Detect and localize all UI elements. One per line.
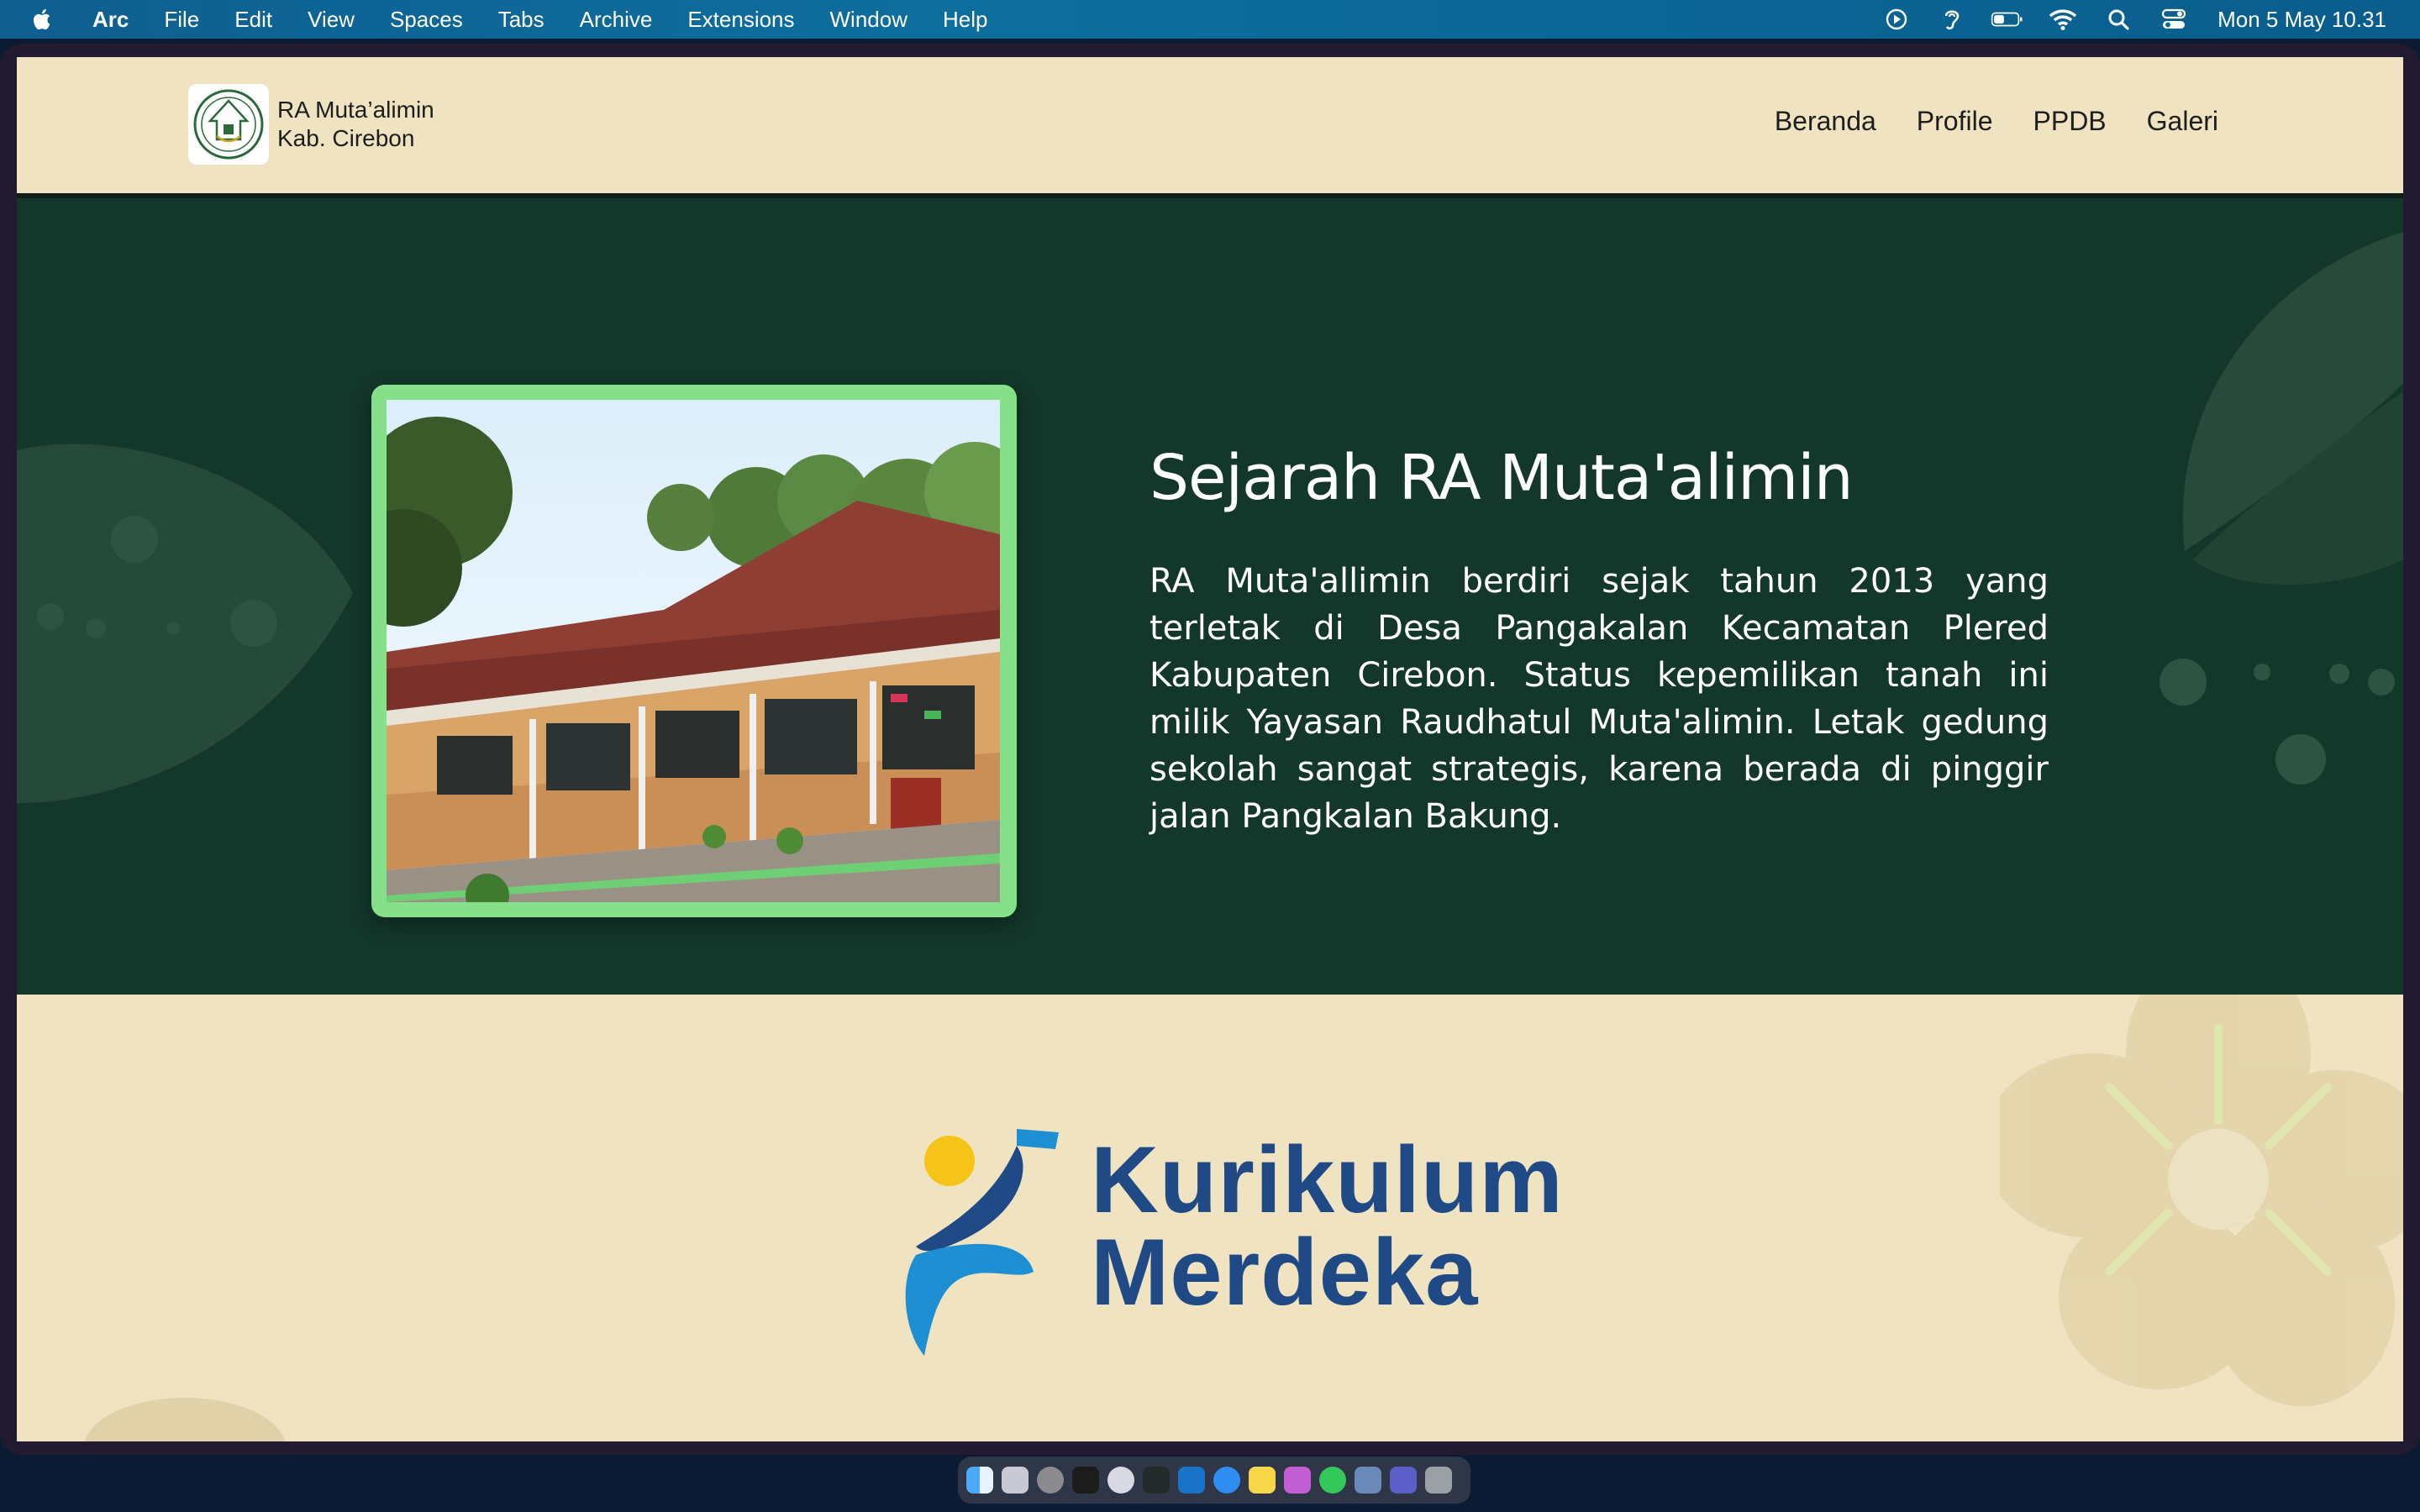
menu-clock[interactable]: Mon 5 May 10.31 (2217, 7, 2386, 33)
menu-bar: Arc File Edit View Spaces Tabs Archive E… (0, 0, 2420, 39)
control-center-icon[interactable] (2157, 7, 2191, 32)
flower-decoration (2000, 995, 2403, 1406)
hearing-icon[interactable] (1935, 7, 1969, 32)
settings-icon[interactable] (1037, 1467, 1064, 1494)
kurikulum-merdeka-logo-icon (905, 1129, 1059, 1356)
notes-icon[interactable] (1249, 1467, 1276, 1494)
search-icon[interactable] (2102, 7, 2135, 32)
whatsapp-icon[interactable] (1319, 1467, 1346, 1494)
menu-extensions[interactable]: Extensions (687, 7, 794, 33)
nav-ppdb[interactable]: PPDB (2033, 106, 2107, 137)
menu-window[interactable]: Window (830, 7, 908, 33)
app-name-menu[interactable]: Arc (92, 7, 129, 33)
battery-icon[interactable] (1991, 7, 2024, 32)
history-section: Sejarah RA Muta'alimin RA Muta'allimin b… (17, 198, 2403, 995)
terminal-icon[interactable] (1072, 1467, 1099, 1494)
brand-location: Kab. Cirebon (277, 125, 415, 151)
menu-edit[interactable]: Edit (234, 7, 272, 33)
main-nav: Beranda Profile PPDB Galeri (1775, 106, 2218, 137)
site-brand[interactable]: RA Muta’alimin Kab. Cirebon (277, 96, 434, 153)
safari-icon[interactable] (1213, 1467, 1240, 1494)
chrome-icon[interactable] (1107, 1467, 1134, 1494)
menu-file[interactable]: File (164, 7, 199, 33)
menu-spaces[interactable]: Spaces (390, 7, 463, 33)
dock (958, 1457, 1470, 1504)
school-building-photo[interactable] (387, 400, 1000, 902)
iterm-icon[interactable] (1143, 1467, 1170, 1494)
launchpad-icon[interactable] (1002, 1467, 1028, 1494)
teams-icon[interactable] (1390, 1467, 1417, 1494)
menu-help[interactable]: Help (943, 7, 987, 33)
site-header: RA Muta’alimin Kab. Cirebon Beranda Prof… (17, 57, 2403, 198)
nav-galeri[interactable]: Galeri (2147, 106, 2218, 137)
history-title: Sejarah RA Muta'alimin (1150, 442, 1854, 514)
apple-icon[interactable] (30, 7, 55, 32)
kurikulum-title-line2: Merdeka (1091, 1220, 1479, 1325)
finder-icon[interactable] (966, 1467, 993, 1494)
web-page: RA Muta’alimin Kab. Cirebon Beranda Prof… (17, 57, 2403, 1441)
school-emblem-icon[interactable] (188, 84, 269, 165)
history-description: RA Muta'allimin berdiri sejak tahun 2013… (1150, 562, 2049, 836)
school-photo-frame (371, 385, 1017, 917)
vscode-icon[interactable] (1178, 1467, 1205, 1494)
play-icon[interactable] (1880, 7, 1913, 32)
brand-name: RA Muta’alimin (277, 97, 434, 123)
leaf-decoration-left (17, 444, 353, 803)
browser-window: RA Muta’alimin Kab. Cirebon Beranda Prof… (0, 44, 2420, 1455)
wifi-icon[interactable] (2046, 7, 2080, 32)
preview-icon[interactable] (1355, 1467, 1381, 1494)
nav-beranda[interactable]: Beranda (1775, 106, 1876, 137)
menu-tabs[interactable]: Tabs (498, 7, 544, 33)
figma-icon[interactable] (1284, 1467, 1311, 1494)
trash-icon[interactable] (1425, 1467, 1452, 1494)
leaf-decoration-right (2160, 232, 2403, 785)
menu-archive[interactable]: Archive (580, 7, 653, 33)
leaf-decoration-bottom (85, 1398, 285, 1441)
menu-view[interactable]: View (308, 7, 355, 33)
kurikulum-section: Kurikulum Merdeka (17, 995, 2403, 1441)
nav-profile[interactable]: Profile (1917, 106, 1993, 137)
